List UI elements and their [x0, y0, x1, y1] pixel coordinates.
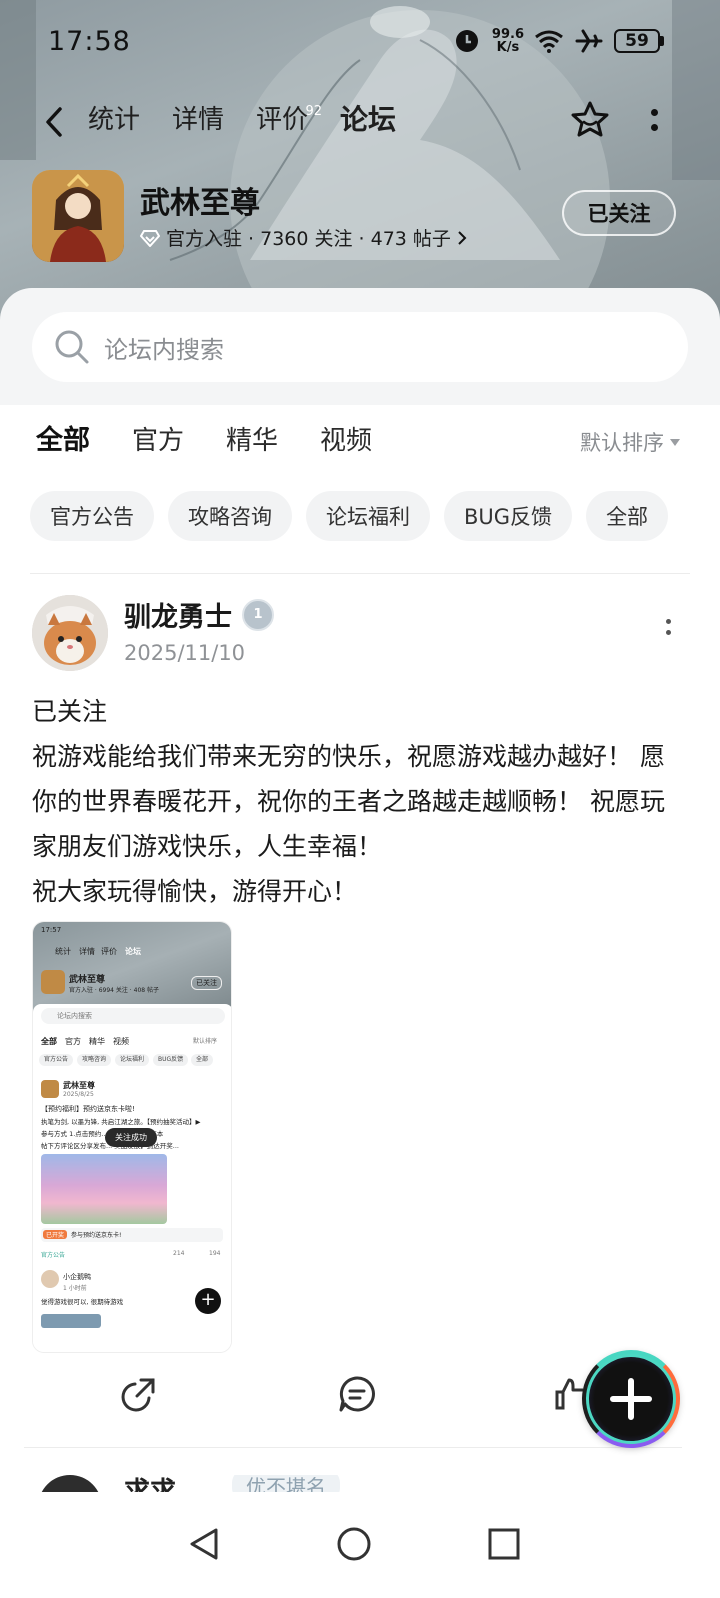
comment-button[interactable] [334, 1371, 380, 1417]
favorite-button[interactable] [568, 98, 612, 142]
game-icon[interactable] [32, 170, 124, 262]
airplane-icon [574, 26, 604, 56]
top-navigation: 统计 详情 评价 92 论坛 [0, 92, 720, 152]
post-more-button[interactable] [662, 619, 674, 649]
category-tab-video[interactable]: 视频 [320, 419, 372, 463]
topic-chips: 官方公告 攻略咨询 论坛福利 BUG反馈 全部 [30, 491, 669, 541]
level-badge-icon: 1 [242, 598, 274, 631]
chip-announcements[interactable]: 官方公告 [30, 491, 154, 541]
post-date: 2025/11/10 [124, 641, 246, 665]
forum-content: 全部 官方 精华 视频 默认排序 官方公告 攻略咨询 论坛福利 BUG反馈 全部 [0, 405, 720, 1495]
sort-dropdown[interactable]: 默认排序 [580, 427, 680, 457]
search-input[interactable]: 论坛内搜索 [32, 312, 688, 382]
battery-icon: 59 [614, 29, 664, 53]
system-recents-button[interactable] [484, 1524, 524, 1564]
game-name: 武林至尊 [140, 186, 260, 221]
divider [30, 573, 690, 574]
tab-details[interactable]: 详情 [172, 100, 224, 144]
game-meta[interactable]: 官方入驻 · 7360 关注 · 473 帖子 [140, 224, 467, 251]
tab-reviews[interactable]: 评价 92 [256, 100, 322, 144]
system-back-button[interactable] [184, 1524, 224, 1564]
back-button[interactable] [36, 102, 72, 142]
chip-welfare[interactable]: 论坛福利 [306, 491, 430, 541]
comment-icon [339, 1376, 375, 1412]
game-info: 武林至尊 官方入驻 · 7360 关注 · 473 帖子 已关注 [32, 170, 692, 270]
create-post-button[interactable] [582, 1350, 680, 1448]
search-icon [55, 330, 89, 364]
star-icon [571, 101, 609, 137]
verified-diamond-icon [140, 229, 160, 247]
chevron-right-icon [458, 230, 467, 245]
search-placeholder: 论坛内搜索 [104, 335, 224, 364]
network-speed: 99.6 K/s [491, 27, 524, 55]
more-options-button[interactable] [640, 98, 668, 142]
category-tab-featured[interactable]: 精华 [226, 419, 278, 463]
caret-down-icon [670, 438, 680, 446]
tab-stats[interactable]: 统计 [88, 100, 140, 144]
chevron-left-icon [46, 107, 62, 137]
square-recents-icon [488, 1528, 520, 1560]
chip-guides[interactable]: 攻略咨询 [168, 491, 292, 541]
alarm-icon [452, 26, 482, 56]
status-bar: 17:58 99.6 K/s 59 [0, 0, 720, 90]
divider [24, 1447, 682, 1448]
post-body[interactable]: 已关注 祝游戏能给我们带来无穷的快乐，祝愿游戏越办越好！ 愿你的世界春暖花开，祝… [32, 689, 682, 914]
avatar[interactable] [32, 595, 108, 671]
post-image[interactable]: 17:57 统计 详情 评价 论坛 武林至尊 官方入驻 · 6994 关注 · … [32, 921, 232, 1353]
chip-bug-report[interactable]: BUG反馈 [444, 491, 573, 541]
follow-button[interactable]: 已关注 [562, 190, 676, 236]
wifi-icon [534, 26, 564, 56]
category-tab-official[interactable]: 官方 [132, 419, 184, 463]
triangle-back-icon [190, 1528, 218, 1560]
chip-all[interactable]: 全部 [586, 491, 669, 541]
status-time: 17:58 [48, 26, 131, 57]
tab-forum[interactable]: 论坛 [340, 100, 396, 144]
reviews-count-badge: 92 [305, 104, 323, 119]
circle-home-icon [337, 1527, 371, 1561]
post-author[interactable]: 驯龙勇士 1 [124, 595, 274, 634]
system-home-button[interactable] [334, 1524, 374, 1564]
share-button[interactable] [116, 1371, 162, 1417]
category-tab-all[interactable]: 全部 [36, 419, 90, 463]
share-icon [121, 1378, 155, 1412]
system-navigation-bar [0, 1492, 720, 1598]
